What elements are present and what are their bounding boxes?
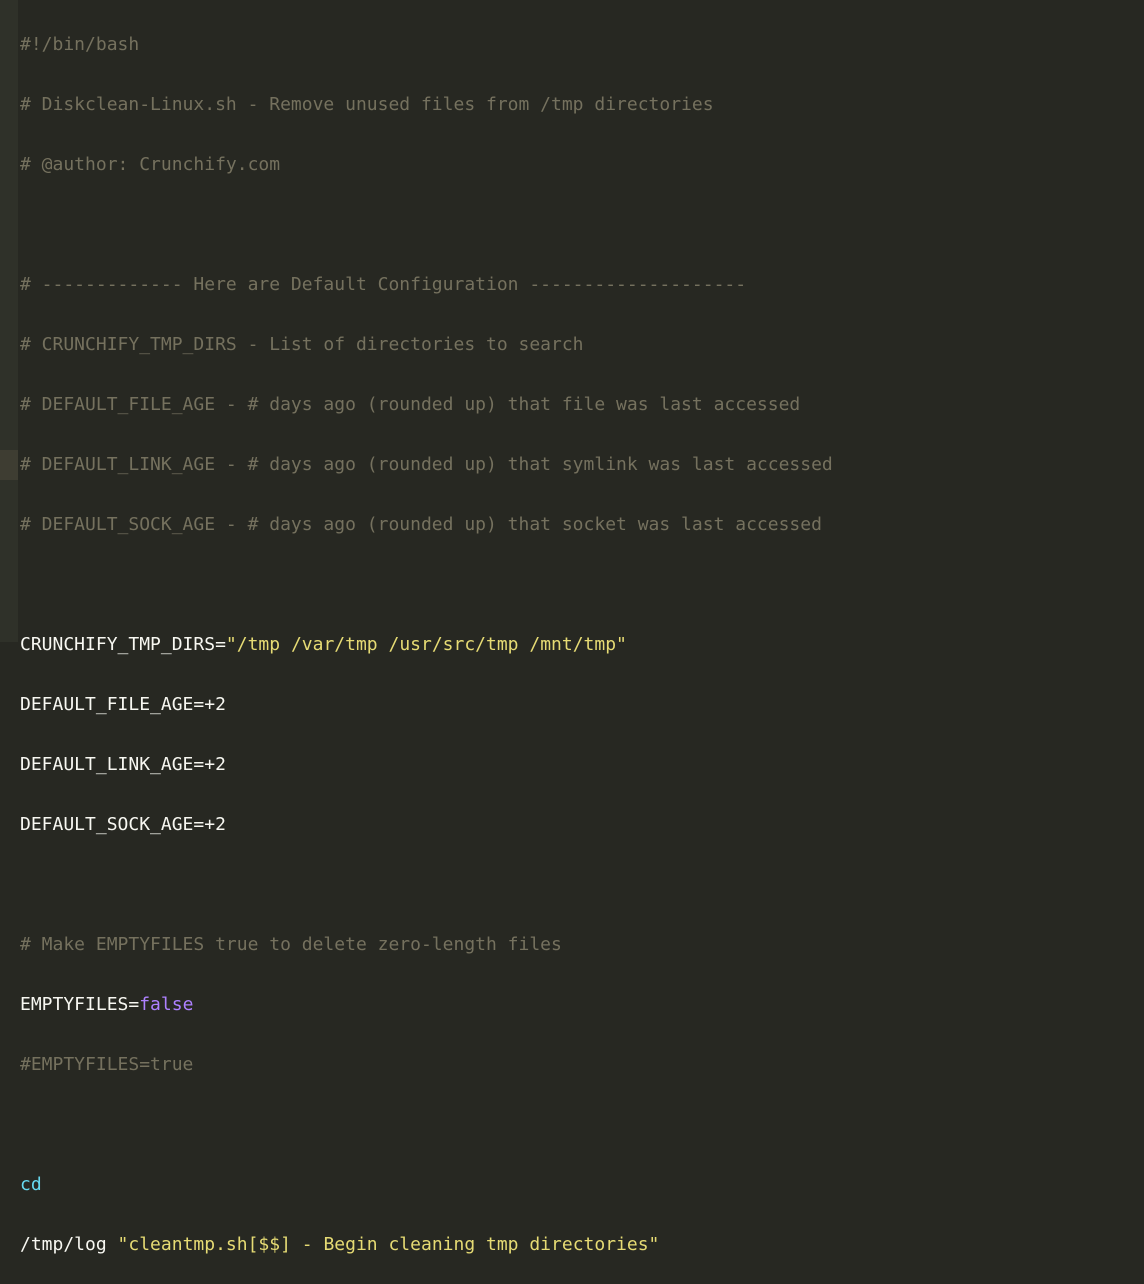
- string-literal: "cleantmp.sh[$$] - Begin cleaning tmp di…: [118, 1234, 660, 1255]
- equals: =: [215, 634, 226, 655]
- code-line: # Diskclean-Linux.sh - Remove unused fil…: [20, 90, 1140, 120]
- code-line: # CRUNCHIFY_TMP_DIRS - List of directori…: [20, 330, 1140, 360]
- boolean-literal: false: [139, 994, 193, 1015]
- comment: # CRUNCHIFY_TMP_DIRS - List of directori…: [20, 334, 584, 355]
- variable-name: DEFAULT_FILE_AGE: [20, 694, 193, 715]
- code-line: /tmp/log "cleantmp.sh[$$] - Begin cleani…: [20, 1230, 1140, 1260]
- code-line: # @author: Crunchify.com: [20, 150, 1140, 180]
- code-line: # DEFAULT_SOCK_AGE - # days ago (rounded…: [20, 510, 1140, 540]
- comment: # DEFAULT_LINK_AGE - # days ago (rounded…: [20, 454, 833, 475]
- comment: # @author: Crunchify.com: [20, 154, 280, 175]
- code-line: # ------------- Here are Default Configu…: [20, 270, 1140, 300]
- editor-gutter: [0, 0, 18, 642]
- code-editor[interactable]: #!/bin/bash # Diskclean-Linux.sh - Remov…: [18, 0, 1144, 642]
- assign-value: =+2: [193, 694, 226, 715]
- code-line: # DEFAULT_FILE_AGE - # days ago (rounded…: [20, 390, 1140, 420]
- comment: #EMPTYFILES=true: [20, 1054, 193, 1075]
- gutter-highlight: [0, 450, 18, 480]
- variable-name: EMPTYFILES: [20, 994, 128, 1015]
- assign-value: =+2: [193, 814, 226, 835]
- code-line: CRUNCHIFY_TMP_DIRS="/tmp /var/tmp /usr/s…: [20, 630, 1140, 660]
- string-literal: "/tmp /var/tmp /usr/src/tmp /mnt/tmp": [226, 634, 627, 655]
- code-line: [20, 870, 1140, 900]
- code-line: cd: [20, 1170, 1140, 1200]
- code-line: [20, 570, 1140, 600]
- comment: # ------------- Here are Default Configu…: [20, 274, 746, 295]
- comment: # Diskclean-Linux.sh - Remove unused fil…: [20, 94, 714, 115]
- code-line: EMPTYFILES=false: [20, 990, 1140, 1020]
- code-line: [20, 1110, 1140, 1140]
- code-line: #EMPTYFILES=true: [20, 1050, 1140, 1080]
- variable-name: CRUNCHIFY_TMP_DIRS: [20, 634, 215, 655]
- code-line: DEFAULT_SOCK_AGE=+2: [20, 810, 1140, 840]
- assign-value: =+2: [193, 754, 226, 775]
- comment: # DEFAULT_FILE_AGE - # days ago (rounded…: [20, 394, 800, 415]
- variable-name: DEFAULT_LINK_AGE: [20, 754, 193, 775]
- equals: =: [128, 994, 139, 1015]
- code-line: [20, 210, 1140, 240]
- code-line: #!/bin/bash: [20, 30, 1140, 60]
- path-text: /tmp/log: [20, 1234, 118, 1255]
- code-line: # Make EMPTYFILES true to delete zero-le…: [20, 930, 1140, 960]
- code-line: # DEFAULT_LINK_AGE - # days ago (rounded…: [20, 450, 1140, 480]
- code-line: DEFAULT_FILE_AGE=+2: [20, 690, 1140, 720]
- comment: # Make EMPTYFILES true to delete zero-le…: [20, 934, 562, 955]
- variable-name: DEFAULT_SOCK_AGE: [20, 814, 193, 835]
- builtin-command: cd: [20, 1174, 42, 1195]
- comment: # DEFAULT_SOCK_AGE - # days ago (rounded…: [20, 514, 822, 535]
- shebang: #!/bin/bash: [20, 34, 139, 55]
- code-line: DEFAULT_LINK_AGE=+2: [20, 750, 1140, 780]
